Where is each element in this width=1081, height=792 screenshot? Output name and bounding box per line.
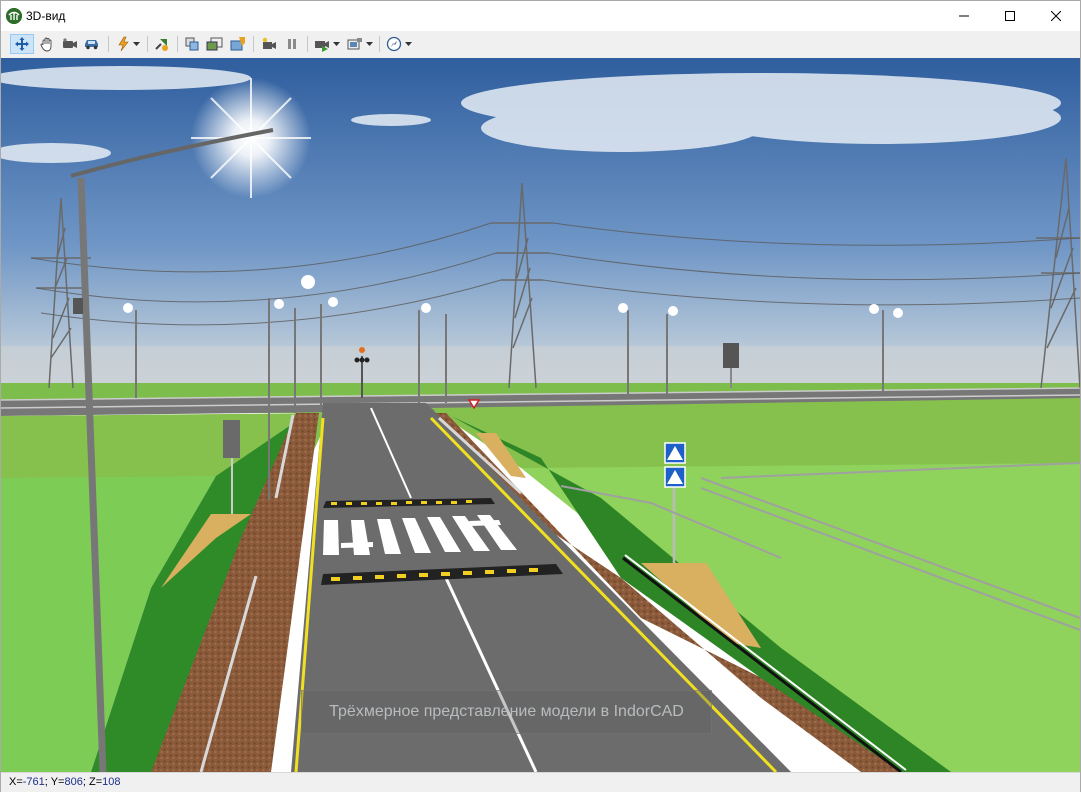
- save-image-icon: [230, 37, 245, 51]
- car-icon: [85, 40, 98, 50]
- toolbar-separator: [177, 36, 178, 52]
- x-label: X=: [9, 776, 23, 788]
- move-tool-button[interactable]: [10, 34, 34, 54]
- app-logo-icon: [6, 8, 22, 24]
- window: 3D-вид Трёхмерное представление модели в…: [0, 0, 1081, 792]
- pause-button[interactable]: [281, 34, 303, 54]
- chevron-down-icon: [365, 42, 373, 46]
- record-camera-icon: [262, 37, 276, 49]
- move-arrows-icon: [15, 37, 29, 51]
- pan-tool-button[interactable]: [36, 34, 58, 54]
- drive-mode-button[interactable]: [81, 34, 103, 54]
- minimize-icon: [959, 15, 969, 17]
- 3d-scene[interactable]: [1, 58, 1080, 772]
- y-label: Y=: [50, 776, 65, 788]
- copy-view-icon: [185, 37, 199, 51]
- toolbar-separator: [147, 36, 148, 52]
- export-image-button[interactable]: [204, 34, 226, 54]
- 3d-viewport[interactable]: Трёхмерное представление модели в IndorC…: [1, 58, 1080, 772]
- window-title: 3D-вид: [26, 9, 66, 23]
- lightning-icon: [118, 36, 129, 52]
- toolbar-separator: [307, 36, 308, 52]
- copy-view-button[interactable]: [181, 34, 203, 54]
- fly-path-icon: [155, 39, 168, 51]
- cursor-coordinates: X=-761; Y=806; Z=108: [9, 776, 120, 788]
- save-image-button[interactable]: [227, 34, 249, 54]
- toolbar-separator: [108, 36, 109, 52]
- y-value: 806: [64, 776, 83, 788]
- play-camera-dropdown-button[interactable]: [311, 34, 341, 54]
- minimize-button[interactable]: [941, 1, 987, 31]
- record-camera-button[interactable]: [258, 34, 280, 54]
- camera-icon: [63, 38, 77, 48]
- z-value: 108: [102, 776, 121, 788]
- pause-icon: [288, 39, 296, 49]
- viewport-caption: Трёхмерное представление модели в IndorC…: [301, 690, 712, 734]
- compass-icon: [386, 36, 402, 52]
- compass-dropdown-button[interactable]: [384, 34, 414, 54]
- render-settings-icon: [347, 38, 362, 50]
- maximize-icon: [1005, 11, 1015, 21]
- chevron-down-icon: [405, 42, 412, 46]
- render-settings-dropdown-button[interactable]: [344, 34, 374, 54]
- toolbar-separator: [253, 36, 254, 52]
- export-image-icon: [206, 37, 223, 51]
- chevron-down-icon: [133, 42, 140, 46]
- status-bar: X=-761; Y=806; Z=108: [1, 772, 1080, 792]
- close-icon: [1051, 11, 1061, 21]
- z-label: Z=: [88, 776, 103, 788]
- fly-path-button[interactable]: [151, 34, 173, 54]
- toolbar: [1, 31, 1080, 59]
- hand-pan-icon: [40, 37, 52, 52]
- maximize-button[interactable]: [987, 1, 1033, 31]
- effects-dropdown-button[interactable]: [113, 34, 143, 54]
- chevron-down-icon: [332, 42, 340, 46]
- toolbar-separator: [379, 36, 380, 52]
- title-bar: 3D-вид: [1, 1, 1080, 31]
- x-value: -761: [22, 776, 45, 788]
- play-camera-icon: [314, 41, 329, 52]
- camera-button[interactable]: [59, 34, 81, 54]
- close-button[interactable]: [1033, 1, 1079, 31]
